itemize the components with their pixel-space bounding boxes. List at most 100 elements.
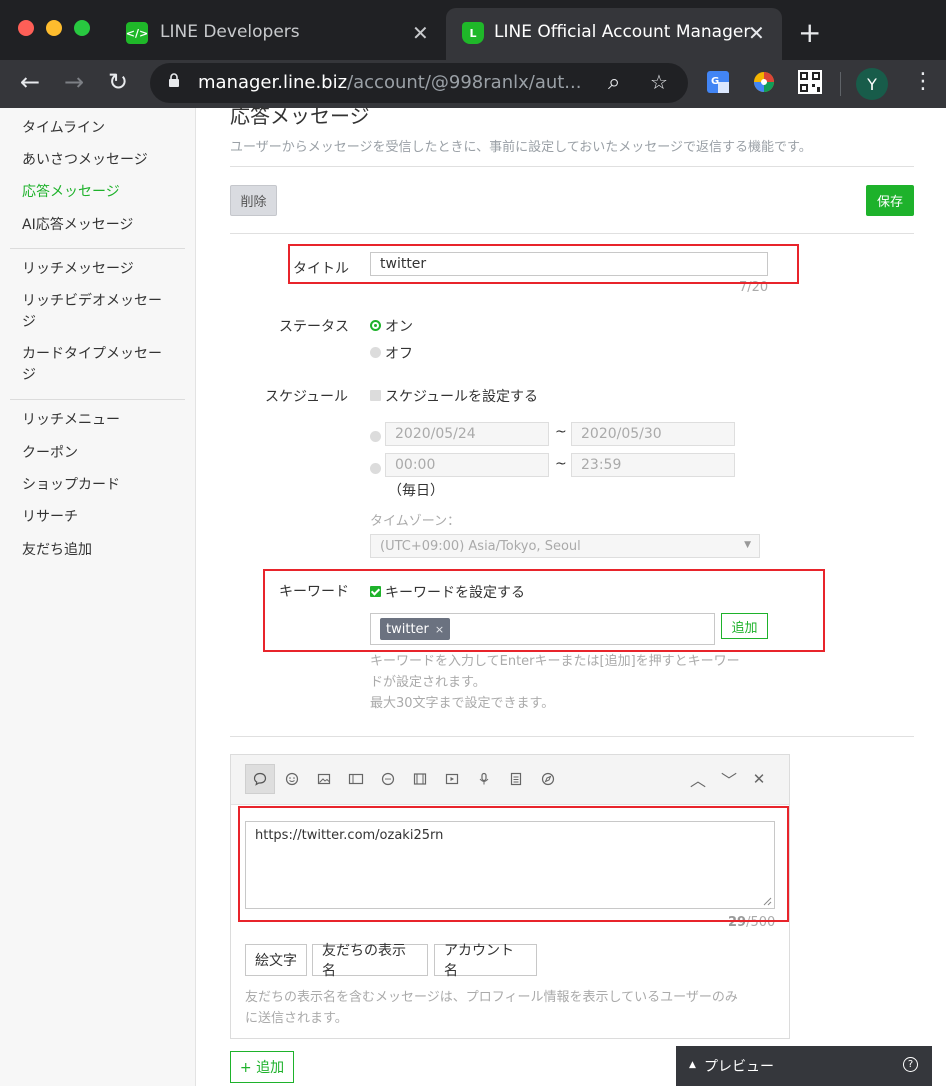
end-time-input[interactable]: 23:59 [571,453,735,477]
help-icon[interactable]: ? [903,1057,918,1072]
sidebar-divider [10,399,185,400]
divider [230,166,914,167]
minimize-window-button[interactable] [46,20,62,36]
message-editor: ︿ ﹀ ✕ https://twitter.com/ozaki25rn 29/5… [230,754,790,1039]
translate-icon[interactable]: G [706,70,730,94]
color-picker-icon[interactable] [752,70,776,94]
emoji-button[interactable]: 絵文字 [245,944,307,976]
triangle-up-icon: ▲ [689,1060,696,1070]
remove-tag-icon[interactable]: × [435,623,444,636]
keyword-help-line: ドが設定されます。 [370,675,486,690]
video-icon[interactable] [437,764,467,794]
daily-label: （毎日） [388,483,444,499]
sidebar-item-ai-response[interactable]: AI応答メッセージ [22,215,182,236]
toolbar-divider [840,72,841,96]
resize-handle-icon[interactable] [763,897,772,906]
message-text: https://twitter.com/ozaki25rn [255,828,444,843]
emoji-icon[interactable] [277,764,307,794]
forward-icon[interactable]: → [64,68,84,96]
friend-name-button[interactable]: 友だちの表示名 [312,943,428,979]
time-range-radio[interactable] [370,463,381,474]
range-separator: ~ [555,424,567,440]
sidebar-item-coupon[interactable]: クーポン [22,443,182,464]
sidebar-item-greeting-message[interactable]: あいさつメッセージ [22,150,182,171]
start-time-input[interactable]: 00:00 [385,453,549,477]
tab-close-icon[interactable]: ✕ [412,21,429,45]
back-icon[interactable]: ← [20,68,40,96]
sidebar-item-add-friends[interactable]: 友だち追加 [22,540,182,561]
delete-button[interactable]: 削除 [230,185,277,216]
coupon-icon[interactable] [373,764,403,794]
zoom-window-button[interactable] [74,20,90,36]
tab-title: LINE Developers [160,22,300,42]
keyword-checkbox-label[interactable]: キーワードを設定する [385,582,525,602]
schedule-checkbox-label[interactable]: スケジュールを設定する [385,386,538,406]
compass-icon[interactable] [533,764,563,794]
sidebar-item-rich-video-message[interactable]: リッチビデオメッセージ [22,291,170,333]
close-icon[interactable]: ✕ [744,764,774,794]
keyword-label: キーワード [279,584,349,600]
timezone-value: (UTC+09:00) Asia/Tokyo, Seoul [380,538,581,554]
message-char-counter: 29/500 [728,915,776,930]
tab-close-icon[interactable]: ✕ [748,21,765,45]
reload-icon[interactable]: ↻ [108,68,128,96]
sidebar-item-research[interactable]: リサーチ [22,507,182,528]
page-subtitle: ユーザーからメッセージを受信したときに、事前に設定しておいたメッセージで返信する… [230,140,812,155]
end-date-input[interactable]: 2020/05/30 [571,422,735,446]
qr-code-icon[interactable] [798,70,822,94]
speech-bubble-icon[interactable] [245,764,275,794]
sidebar-divider [10,248,185,249]
account-name-button[interactable]: アカウント名 [434,943,537,979]
editor-toolbar: ︿ ﹀ ✕ [231,755,789,805]
title-label: タイトル [293,261,349,277]
page-title: 応答メッセージ [230,104,370,128]
mic-icon[interactable] [469,764,499,794]
keyword-tag: twitter × [380,618,451,640]
timezone-select[interactable]: (UTC+09:00) Asia/Tokyo, Seoul ▼ [370,534,760,558]
add-message-button[interactable]: + 追加 [230,1051,294,1083]
schedule-label: スケジュール [265,389,349,405]
document-icon[interactable] [501,764,531,794]
keyword-tag-text: twitter [386,621,429,637]
message-textarea[interactable]: https://twitter.com/ozaki25rn [245,821,775,909]
sidebar-item-shop-card[interactable]: ショップカード [22,475,182,496]
star-icon[interactable]: ☆ [650,70,668,94]
new-tab-button[interactable]: + [798,16,821,49]
chevron-up-icon[interactable]: ︿ [683,764,713,794]
status-off-radio[interactable] [370,347,381,358]
status-off-label[interactable]: オフ [385,343,413,363]
chevron-down-icon[interactable]: ﹀ [714,764,744,794]
save-button[interactable]: 保存 [866,185,914,216]
sidebar-item-rich-menu[interactable]: リッチメニュー [22,410,182,431]
card-icon[interactable] [341,764,371,794]
preview-panel-toggle[interactable]: ▲ プレビュー ? [676,1046,932,1086]
address-bar[interactable]: manager.line.biz/account/@998ranlx/aut..… [150,63,688,103]
date-range-radio[interactable] [370,431,381,442]
editor-note-line: 友だちの表示名を含むメッセージは、プロフィール情報を表示しているユーザーのみ [245,990,738,1005]
main-content: 応答メッセージ ユーザーからメッセージを受信したときに、事前に設定しておいたメッ… [196,104,946,1086]
title-input[interactable]: twitter [370,252,768,276]
tab-line-official-account-manager[interactable]: L LINE Official Account Manager ✕ [446,8,782,60]
sidebar-item-timeline[interactable]: タイムライン [22,118,182,139]
status-on-radio[interactable] [370,320,381,331]
image-icon[interactable] [309,764,339,794]
status-on-label[interactable]: オン [385,316,413,336]
sidebar-item-rich-message[interactable]: リッチメッセージ [22,259,182,280]
search-icon[interactable]: ⌕ [608,70,620,95]
preview-label: プレビュー [704,1059,774,1075]
video-frame-icon[interactable] [405,764,435,794]
lock-icon [169,73,179,87]
editor-note-line: に送信されます。 [245,1011,348,1026]
url-text[interactable]: manager.line.biz/account/@998ranlx/aut..… [198,72,584,93]
schedule-checkbox[interactable] [370,390,381,401]
more-menu-icon[interactable]: ⋮ [912,69,934,94]
start-date-input[interactable]: 2020/05/24 [385,422,549,446]
sidebar-item-auto-response[interactable]: 応答メッセージ [22,182,182,203]
timezone-label: タイムゾーン： [370,514,461,529]
tab-line-developers[interactable]: </> LINE Developers ✕ [112,8,442,60]
add-keyword-button[interactable]: 追加 [721,613,768,639]
avatar[interactable]: Y [856,68,888,100]
close-window-button[interactable] [18,20,34,36]
keyword-checkbox[interactable] [370,586,381,597]
sidebar-item-card-message[interactable]: カードタイプメッセージ [22,344,170,386]
